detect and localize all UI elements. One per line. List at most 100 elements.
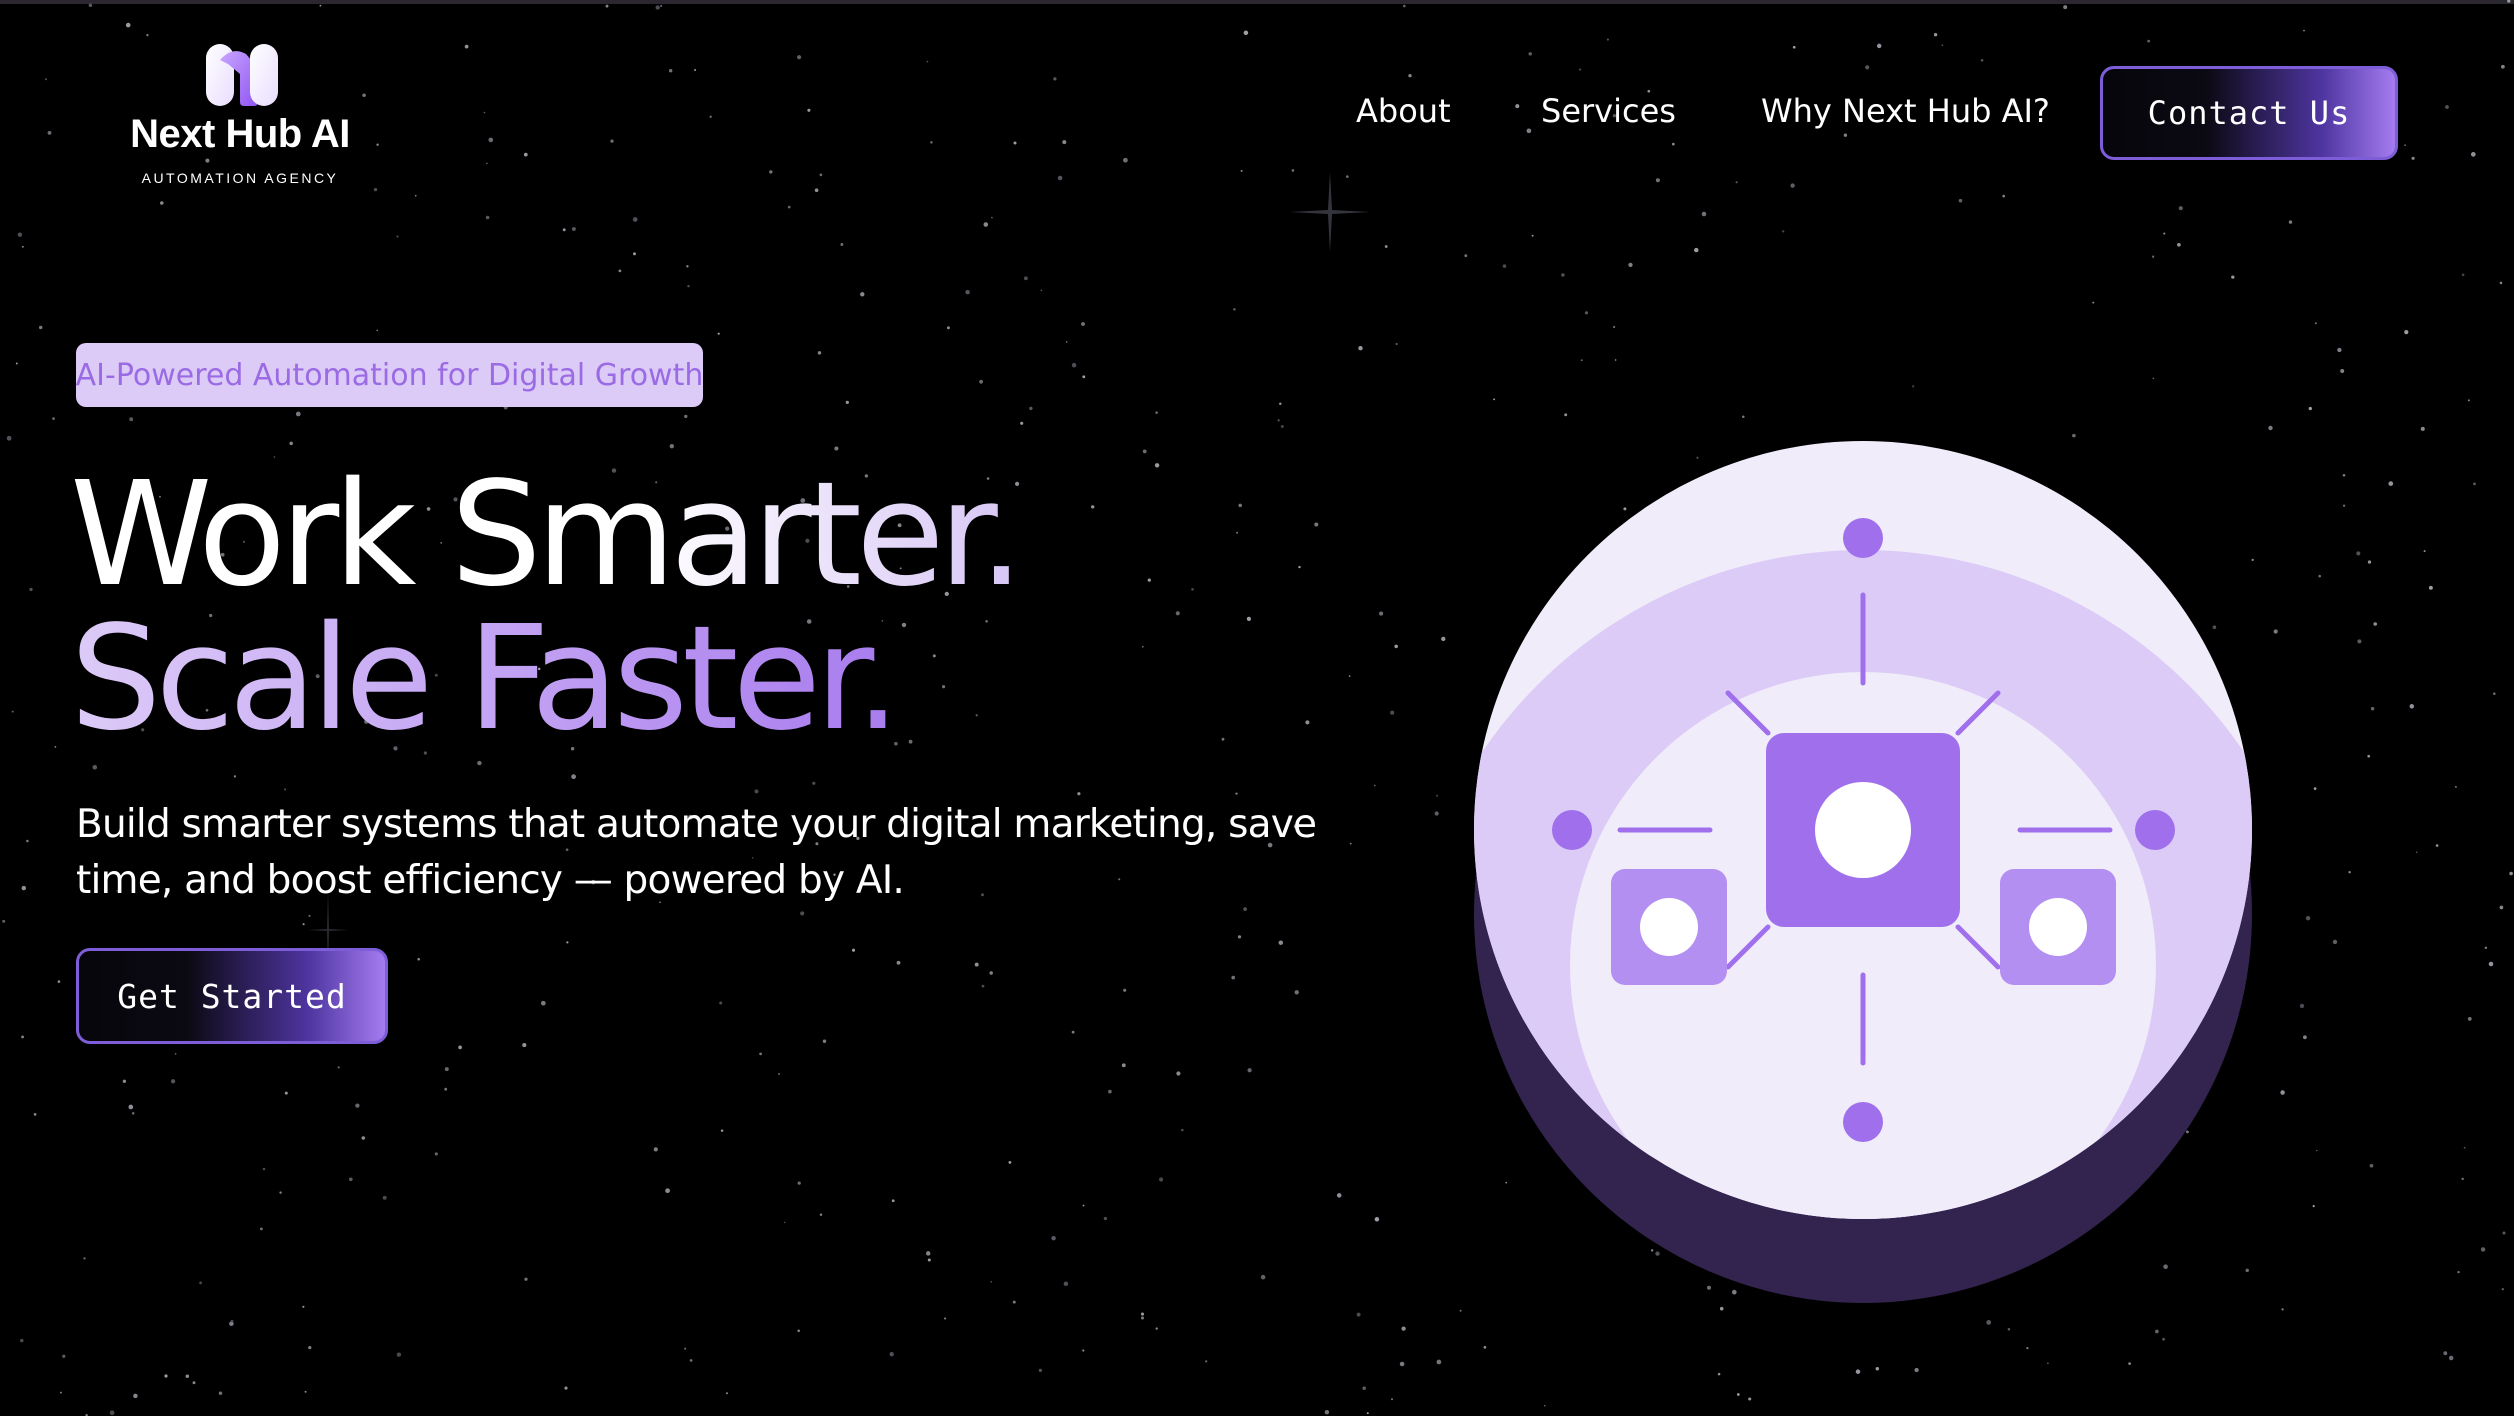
star-dot <box>83 1257 86 1260</box>
star-dot <box>2128 1362 2131 1365</box>
star-dot <box>33 1113 37 1116</box>
brand-logo[interactable]: Next Hub AI AUTOMATION AGENCY <box>110 40 370 190</box>
nav-services[interactable]: Services <box>1541 92 1676 130</box>
star-dot <box>1071 1030 1075 1034</box>
star-dot <box>2273 629 2278 634</box>
star-dot <box>540 1000 546 1006</box>
star-dot <box>2147 39 2151 43</box>
star-dot <box>17 232 23 237</box>
star-dot <box>1543 1404 1546 1407</box>
star-dot <box>302 1305 305 1308</box>
star-dot <box>669 444 674 449</box>
star-dot <box>2369 1163 2374 1168</box>
star-dot <box>860 292 865 297</box>
star-dot <box>2314 322 2317 325</box>
star-dot <box>2312 1204 2315 1208</box>
star-dot <box>2152 377 2155 380</box>
star-dot <box>92 764 98 770</box>
star-dot <box>571 774 576 780</box>
star-dot <box>1298 565 1301 569</box>
star-dot <box>990 1280 993 1283</box>
star-dot <box>1278 940 1284 945</box>
star-dot <box>2092 301 2095 304</box>
star-dot <box>769 170 773 174</box>
star-dot <box>1231 975 1236 980</box>
star-dot <box>1790 183 1795 188</box>
star-dot <box>2488 961 2494 967</box>
star-dot <box>444 1067 449 1072</box>
star-dot <box>259 1227 263 1231</box>
star-dot <box>1464 254 1468 258</box>
star-dot <box>376 329 379 332</box>
star-dot <box>1077 792 1081 796</box>
star-dot <box>2162 1337 2165 1341</box>
star-dot <box>1154 463 1160 468</box>
star-dot <box>444 1087 448 1091</box>
star-dot <box>759 1052 762 1056</box>
star-dot <box>2 919 6 923</box>
star-dot <box>1614 359 1617 361</box>
star-dot <box>230 1319 234 1323</box>
star-dot <box>1717 1372 1721 1376</box>
star-dot <box>1855 1369 1861 1374</box>
contact-us-button[interactable]: Contact Us <box>2100 66 2398 160</box>
star-dot <box>926 60 929 63</box>
star-dot <box>2268 425 2273 431</box>
star-dot <box>889 1352 894 1357</box>
star-dot <box>199 1281 203 1285</box>
star-dot <box>218 1391 223 1395</box>
star-dot <box>1394 644 1398 649</box>
star-dot <box>1280 425 1284 428</box>
star-dot <box>1237 935 1242 939</box>
star-dot <box>2151 255 2155 258</box>
star-dot <box>1008 1160 1012 1164</box>
star-dot <box>717 332 720 335</box>
star-dot <box>21 1035 25 1039</box>
star-dot <box>610 139 614 143</box>
star-dot <box>979 379 983 384</box>
star-dot <box>2178 206 2183 211</box>
star-dot <box>22 245 24 248</box>
star-dot <box>983 222 989 227</box>
star-dot <box>164 1374 168 1378</box>
star-dot <box>800 911 805 916</box>
star-dot <box>665 1188 670 1194</box>
star-dot <box>1379 611 1384 616</box>
star-dot <box>2308 406 2312 411</box>
star-dot <box>1395 342 1398 346</box>
star-dot <box>1515 104 1520 109</box>
star-dot <box>1384 245 1388 248</box>
star-dot <box>1012 1300 1016 1304</box>
star-dot <box>414 194 417 197</box>
star-dot <box>2499 905 2504 910</box>
star-dot <box>797 55 802 60</box>
nav-about[interactable]: About <box>1356 92 1451 130</box>
star-dot <box>1294 990 1299 995</box>
star-dot <box>2002 194 2006 198</box>
star-dot <box>1123 157 1128 163</box>
star-dot <box>129 417 134 422</box>
star-dot <box>1941 44 1944 47</box>
star-dot <box>1914 1367 1919 1373</box>
star-dot <box>2480 1247 2486 1252</box>
star-dot <box>965 290 970 295</box>
star-dot <box>1502 264 1507 268</box>
star-dot <box>146 34 149 37</box>
star-dot <box>160 201 164 205</box>
star-dot <box>52 417 55 420</box>
star-dot <box>1748 1397 1752 1401</box>
star-dot <box>2370 707 2375 711</box>
star-dot <box>2467 1017 2472 1021</box>
star-dot <box>1142 449 1147 454</box>
star-dot <box>981 984 985 988</box>
star-dot <box>1141 645 1144 648</box>
star-dot <box>2457 1270 2460 1274</box>
star-dot <box>2501 64 2505 69</box>
star-dot <box>20 1338 24 1343</box>
star-dot <box>488 137 494 143</box>
star-dot <box>361 1136 366 1140</box>
nav-why-next-hub-ai[interactable]: Why Next Hub AI? <box>1761 92 2050 130</box>
star-dot <box>1865 65 1870 70</box>
get-started-button[interactable]: Get Started <box>76 948 388 1044</box>
star-dot <box>1933 33 1938 37</box>
